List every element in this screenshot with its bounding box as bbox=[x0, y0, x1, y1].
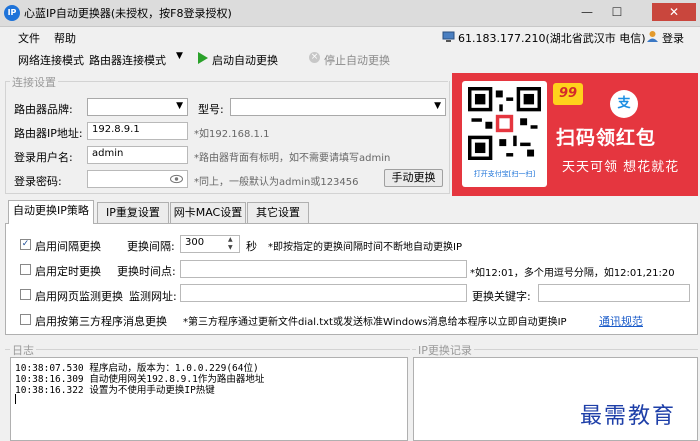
web-monitor-checkbox[interactable] bbox=[20, 289, 31, 300]
app-icon: IP bbox=[4, 5, 20, 21]
current-ip-status: 61.183.177.210(湖北省武汉市 电信) bbox=[458, 32, 646, 45]
window-title: 心蓝IP自动更换器(未授权，按F8登录授权) bbox=[24, 7, 232, 20]
ad-title: 扫码领红包 bbox=[556, 127, 657, 149]
text-cursor bbox=[15, 394, 16, 404]
router-brand-label: 路由器品牌: bbox=[14, 103, 73, 116]
tab-other-settings[interactable]: 其它设置 bbox=[247, 202, 309, 223]
connection-mode-value: 路由器连接模式 bbox=[89, 54, 166, 67]
third-party-hint: *第三方程序通过更新文件dial.txt或发送标准Windows消息给本程序以立… bbox=[183, 317, 567, 328]
user-icon bbox=[647, 31, 658, 42]
tab-auto-change-strategy[interactable]: 自动更换IP策略 bbox=[8, 200, 94, 224]
alipay-logo-icon: 支 bbox=[610, 90, 638, 118]
keyword-label: 更换关键字: bbox=[472, 290, 531, 303]
router-model-select[interactable]: ▼ bbox=[230, 98, 446, 116]
ad-banner[interactable]: 打开支付宝[扫一扫] 99 支 扫码领红包 天天可领 想花就花 bbox=[452, 73, 698, 196]
mode-label: 网络连接模式 bbox=[18, 54, 84, 67]
start-auto-change-button[interactable]: 启动自动更换 bbox=[212, 52, 278, 68]
manual-change-button[interactable]: 手动更换 bbox=[384, 169, 443, 187]
tab-nic-mac-settings[interactable]: 网卡MAC设置 bbox=[170, 202, 246, 223]
menu-file[interactable]: 文件 bbox=[18, 30, 40, 46]
interval-change-label: 启用间隔更换 bbox=[35, 240, 101, 253]
chevron-down-icon: ▼ bbox=[434, 101, 441, 111]
log-line: 10:38:16.322 设置为不使用手动更换IP热键 bbox=[15, 385, 215, 396]
monitor-url-input[interactable] bbox=[180, 284, 467, 302]
username-input[interactable]: admin bbox=[87, 146, 188, 164]
stop-icon: × bbox=[309, 52, 320, 63]
ip-log-title: IP更换记录 bbox=[416, 342, 474, 358]
interval-hint: *即按指定的更换间隔时间不断地自动更换IP bbox=[268, 242, 462, 253]
minimize-button[interactable]: — bbox=[574, 3, 600, 21]
keyword-input[interactable] bbox=[538, 284, 690, 302]
stepper-arrows-icon[interactable]: ▲ ▼ bbox=[228, 236, 233, 252]
third-party-checkbox[interactable] bbox=[20, 314, 31, 325]
monitor-url-label: 监测网址: bbox=[129, 290, 177, 303]
eye-icon[interactable] bbox=[170, 174, 183, 184]
tab-ip-repeat-settings[interactable]: IP重复设置 bbox=[97, 202, 169, 223]
router-ip-label: 路由器IP地址: bbox=[14, 127, 83, 140]
log-title: 日志 bbox=[10, 342, 36, 358]
connection-settings-title: 连接设置 bbox=[10, 74, 58, 90]
badge-99: 99 bbox=[553, 83, 583, 105]
router-ip-hint: *如192.168.1.1 bbox=[194, 129, 270, 140]
stop-auto-change-button[interactable]: 停止自动更换 bbox=[324, 52, 390, 68]
log-textarea[interactable]: 10:38:07.530 程序启动，版本为：1.0.0.229(64位) 10:… bbox=[10, 357, 408, 441]
protocol-spec-link[interactable]: 通讯规范 bbox=[599, 313, 643, 329]
qr-code-icon bbox=[468, 87, 541, 160]
timed-hint: *如12:01，多个用逗号分隔，如12:01,21:20 bbox=[470, 268, 675, 279]
ad-subtitle: 天天可领 想花就花 bbox=[562, 160, 680, 175]
interval-field-label: 更换间隔: bbox=[127, 240, 175, 253]
timed-change-label: 启用定时更换 bbox=[35, 265, 101, 278]
chevron-down-icon: ▼ bbox=[176, 101, 183, 111]
interval-change-checkbox[interactable]: ✓ bbox=[20, 239, 31, 250]
network-icon bbox=[442, 31, 455, 42]
password-hint: *同上，一般默认为admin或123456 bbox=[194, 177, 359, 188]
username-label: 登录用户名: bbox=[14, 151, 73, 164]
router-ip-input[interactable]: 192.8.9.1 bbox=[87, 122, 188, 140]
username-hint: *路由器背面有标明，如不需要请填写admin bbox=[194, 153, 391, 164]
title-bar: IP 心蓝IP自动更换器(未授权，按F8登录授权) — ☐ ✕ bbox=[0, 0, 700, 27]
log-group-border bbox=[5, 349, 410, 350]
web-monitor-label: 启用网页监测更换 bbox=[35, 290, 123, 303]
qr-caption: 打开支付宝[扫一扫] bbox=[473, 170, 536, 178]
maximize-button[interactable]: ☐ bbox=[604, 3, 630, 21]
play-icon bbox=[198, 52, 208, 64]
watermark: 最需教育 bbox=[580, 404, 677, 429]
login-link[interactable]: 登录 bbox=[662, 30, 684, 46]
password-label: 登录密码: bbox=[14, 175, 62, 188]
router-brand-select[interactable]: ▼ bbox=[87, 98, 188, 116]
menu-help[interactable]: 帮助 bbox=[54, 30, 76, 46]
third-party-label: 启用按第三方程序消息更换 bbox=[35, 315, 167, 328]
timed-change-checkbox[interactable] bbox=[20, 264, 31, 275]
qr-card: 打开支付宝[扫一扫] bbox=[462, 81, 547, 187]
timed-field-label: 更换时间点: bbox=[117, 265, 176, 278]
connection-mode-select[interactable]: 路由器连接模式 bbox=[86, 49, 186, 67]
close-button[interactable]: ✕ bbox=[652, 3, 696, 21]
interval-unit: 秒 bbox=[246, 240, 257, 253]
timed-points-input[interactable] bbox=[180, 260, 467, 278]
router-model-label: 型号: bbox=[198, 103, 224, 116]
chevron-down-icon: ▼ bbox=[176, 51, 183, 61]
